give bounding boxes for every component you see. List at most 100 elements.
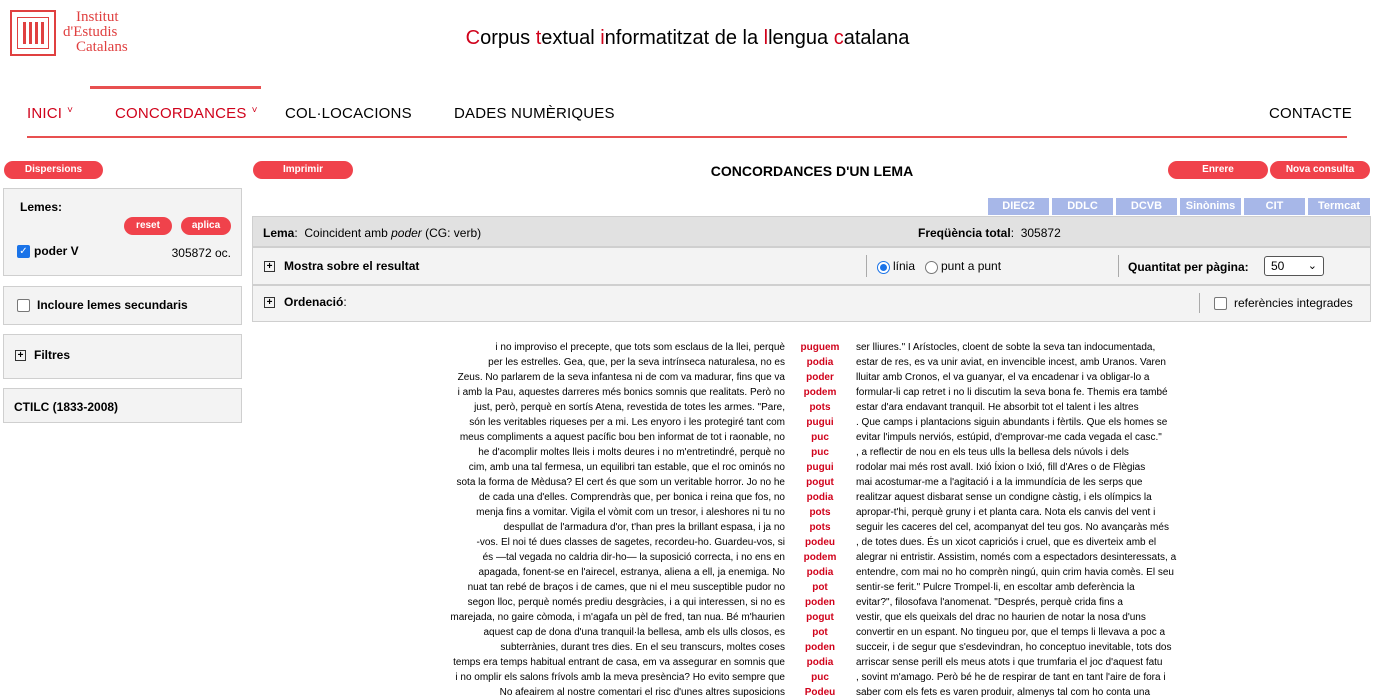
concordance-row: i amb la Pau, aquestes darreres més boni…: [0, 385, 1381, 400]
ordenacio-bar: + Ordenació: referències integrades: [252, 285, 1371, 322]
right-context: convertir en un espant. No tingueu por, …: [856, 627, 1166, 638]
main-nav: INICI ˅ CONCORDANCES ˅ COL·LOCACIONS DADES…: [27, 86, 1352, 138]
concordance-row: just, però, perquè en sortís Atena, reve…: [0, 400, 1381, 415]
nova-consulta-button[interactable]: Nova consulta: [1270, 161, 1370, 179]
left-context: són les veritables riqueses per a mi. Le…: [469, 417, 785, 428]
lema-checkbox[interactable]: ✓: [17, 245, 30, 258]
left-context: Zeus. No parlarem de la seva infantesa n…: [457, 372, 785, 383]
chevron-down-icon: ⌄: [1307, 260, 1317, 272]
left-context: i no omplir els salons frívols amb la me…: [455, 672, 785, 683]
left-context: de cada una d'elles. Comprendràs que, pe…: [479, 492, 785, 503]
keyword-link[interactable]: pugui: [795, 460, 845, 475]
right-context: lluitar amb Cronos, el va guanyar, el va…: [856, 372, 1150, 383]
tab-cit[interactable]: CIT: [1244, 198, 1305, 215]
linia-label: línia: [893, 259, 916, 273]
nav-contacte[interactable]: CONTACTE: [1269, 105, 1352, 122]
concordance-row: No afeairem al nostre comentari el risc …: [0, 685, 1381, 700]
keyword-link[interactable]: podem: [795, 550, 845, 565]
keyword-link[interactable]: podia: [795, 355, 845, 370]
nav-inici[interactable]: INICI ˅: [27, 105, 73, 122]
keyword-link[interactable]: poden: [795, 595, 845, 610]
right-context: realitzar aquest disbarat sense un condi…: [856, 492, 1152, 503]
keyword-link[interactable]: poden: [795, 640, 845, 655]
keyword-link[interactable]: pots: [795, 505, 845, 520]
right-context: vestir, que els queixals del drac no hau…: [856, 612, 1146, 623]
right-context: estar de res, es va unir aviat, en inven…: [856, 357, 1166, 368]
referencies-label: referències integrades: [1234, 296, 1353, 310]
keyword-link[interactable]: pots: [795, 400, 845, 415]
nav-dades-numeriques[interactable]: DADES NUMÈRIQUES: [454, 105, 615, 122]
keyword-link[interactable]: pot: [795, 580, 845, 595]
expand-plus-icon[interactable]: +: [264, 297, 275, 308]
right-context: , a reflectir de nou en els teus ulls la…: [856, 447, 1129, 458]
right-context: sentir-se ferit." Pulcre Trompel·li, en …: [856, 582, 1135, 593]
secundaris-panel: Incloure lemes secundaris: [3, 286, 242, 325]
concordance-row: de cada una d'elles. Comprendràs que, pe…: [0, 490, 1381, 505]
ordenacio-label: Ordenació:: [284, 295, 347, 309]
right-context: estar d'ara endavant tranquil. He absorb…: [856, 402, 1139, 413]
right-context: arriscar sense perill els meus atots i q…: [856, 657, 1163, 668]
chevron-down-icon: ˅: [251, 105, 258, 116]
concordance-row: he d'acomplir moltes lleis i molts deure…: [0, 445, 1381, 460]
right-context: apropar-t'hi, perquè gruny i et planta c…: [856, 507, 1156, 518]
left-context: aquest cap de dona d'una tranquil·la bel…: [483, 627, 785, 638]
keyword-link[interactable]: podia: [795, 490, 845, 505]
keyword-link[interactable]: pogut: [795, 610, 845, 625]
concordance-row: per les estrelles. Gea, que, per la seva…: [0, 355, 1381, 370]
keyword-link[interactable]: podia: [795, 655, 845, 670]
tab-dcvb[interactable]: DCVB: [1116, 198, 1177, 215]
radio-linia[interactable]: [877, 261, 890, 274]
nav-concordances[interactable]: CONCORDANCES ˅: [115, 105, 258, 122]
concordance-row: despullat de l'armadura d'or, t'han pres…: [0, 520, 1381, 535]
right-context: entendre, com mai no ho comprèn ningú, q…: [856, 567, 1174, 578]
aplica-button[interactable]: aplica: [181, 217, 231, 235]
frequencia-total: Freqüència total: 305872: [918, 226, 1061, 240]
tab-ddlc[interactable]: DDLC: [1052, 198, 1113, 215]
lemes-label: Lemes:: [20, 200, 63, 214]
keyword-link[interactable]: Podeu: [795, 685, 845, 700]
right-context: . Que camps i plantacions siguin abundan…: [856, 417, 1168, 428]
keyword-link[interactable]: pots: [795, 520, 845, 535]
keyword-link[interactable]: puc: [795, 430, 845, 445]
chevron-down-icon: ˅: [67, 105, 74, 116]
keyword-link[interactable]: pugui: [795, 415, 845, 430]
radio-punt-a-punt[interactable]: [925, 261, 938, 274]
left-context: i amb la Pau, aquestes darreres més boni…: [457, 387, 785, 398]
keyword-link[interactable]: puc: [795, 445, 845, 460]
left-context: per les estrelles. Gea, que, per la seva…: [488, 357, 785, 368]
tab-sinonims[interactable]: Sinònims: [1180, 198, 1241, 215]
left-context: segon lloc, perquè només prediu desgràci…: [467, 597, 785, 608]
keyword-link[interactable]: podia: [795, 565, 845, 580]
left-context: nuat tan rebé de braços i de cames, que …: [467, 582, 785, 593]
keyword-link[interactable]: puguem: [795, 340, 845, 355]
left-context: subterrànies, durant tres dies. En el se…: [500, 642, 785, 653]
concordance-row: temps era temps habitual entrant de casa…: [0, 655, 1381, 670]
left-context: i no improviso el precepte, que tots som…: [495, 342, 785, 353]
concordance-row: i no improviso el precepte, que tots som…: [0, 340, 1381, 355]
keyword-link[interactable]: pot: [795, 625, 845, 640]
expand-plus-icon[interactable]: +: [264, 261, 275, 272]
keyword-link[interactable]: puc: [795, 670, 845, 685]
left-context: cim, amb una tal fermesa, un equilibri t…: [468, 462, 785, 473]
keyword-link[interactable]: poder: [795, 370, 845, 385]
left-context: just, però, perquè en sortís Atena, reve…: [474, 402, 785, 413]
quantitat-select[interactable]: 50 ⌄: [1264, 256, 1324, 276]
site-title-part: extual: [541, 27, 601, 49]
tab-diec2[interactable]: DIEC2: [988, 198, 1049, 215]
keyword-link[interactable]: pogut: [795, 475, 845, 490]
concordance-row: són les veritables riqueses per a mi. Le…: [0, 415, 1381, 430]
reset-button[interactable]: reset: [124, 217, 172, 235]
nav-collocacions[interactable]: COL·LOCACIONS: [285, 105, 412, 122]
left-context: -vos. El noi té dues classes de sagetes,…: [476, 537, 786, 548]
secundaris-label: Incloure lemes secundaris: [37, 298, 188, 312]
mostra-label: Mostra sobre el resultat: [284, 259, 420, 273]
keyword-link[interactable]: podem: [795, 385, 845, 400]
tab-termcat[interactable]: Termcat: [1308, 198, 1370, 215]
referencies-checkbox[interactable]: [1214, 297, 1227, 310]
left-context: temps era temps habitual entrant de casa…: [453, 657, 785, 668]
keyword-link[interactable]: podeu: [795, 535, 845, 550]
secundaris-checkbox[interactable]: [17, 299, 30, 312]
site-title-part: atalana: [843, 27, 910, 49]
enrere-button[interactable]: Enrere: [1168, 161, 1268, 179]
concordance-row: i no omplir els salons frívols amb la me…: [0, 670, 1381, 685]
